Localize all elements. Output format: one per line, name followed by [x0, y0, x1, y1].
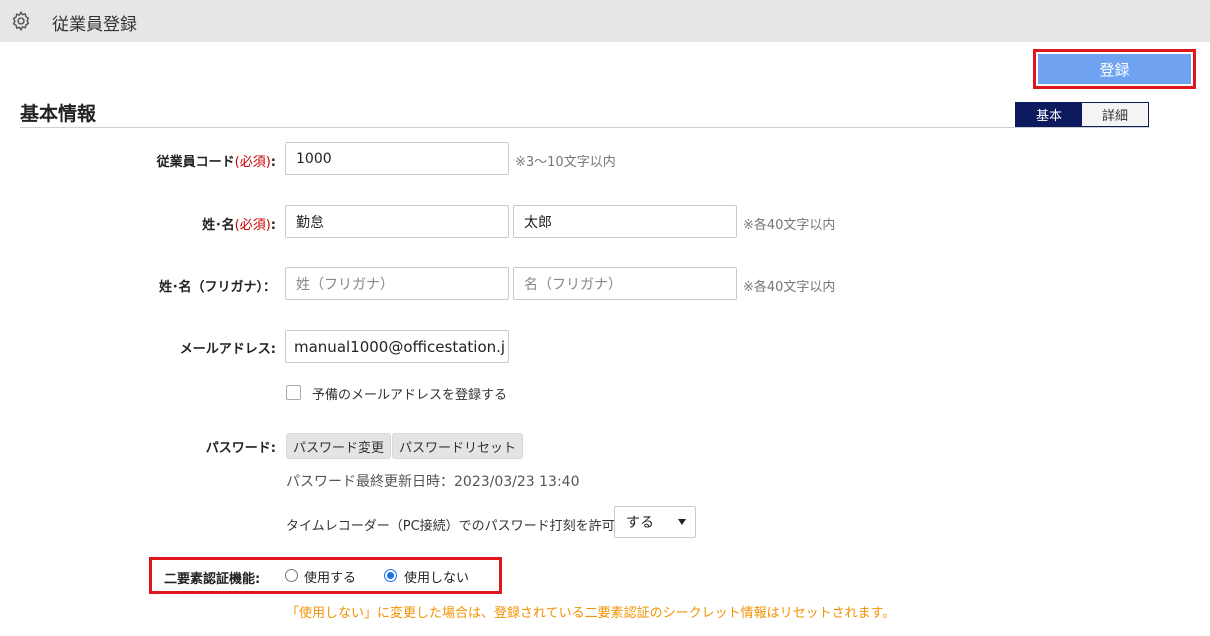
- register-button[interactable]: 登録: [1038, 54, 1191, 84]
- timerecorder-label: タイムレコーダー（PC接続）でのパスワード打刻を許可: [286, 519, 615, 534]
- first-name-kana-input[interactable]: 名（フリガナ）: [513, 267, 737, 300]
- backup-email-label: 予備のメールアドレスを登録する: [312, 388, 508, 403]
- password-last-updated: パスワード最終更新日時：2023/03/23 13:40: [286, 474, 580, 490]
- timerecorder-selected: する: [626, 515, 654, 531]
- last-name-kana-input[interactable]: 姓（フリガナ）: [285, 267, 509, 300]
- gear-icon: [12, 10, 30, 32]
- tab-detail[interactable]: 詳細: [1082, 103, 1148, 126]
- timerecorder-select[interactable]: する: [614, 506, 696, 538]
- name-hint: ※各40文字以内: [743, 218, 836, 233]
- password-label: パスワード:: [205, 441, 276, 456]
- password-reset-button[interactable]: パスワードリセット: [392, 433, 524, 459]
- backup-email-checkbox[interactable]: [286, 385, 301, 400]
- two-factor-use-label: 使用する: [304, 571, 357, 586]
- two-factor-warning: 「使用しない」に変更した場合は、登録されている二要素認証のシークレット情報はリセ…: [286, 606, 896, 621]
- chevron-down-icon: [678, 519, 686, 525]
- page-title: 従業員登録: [52, 15, 137, 35]
- two-factor-nouse-radio[interactable]: [384, 569, 397, 582]
- name-kana-hint: ※各40文字以内: [743, 280, 836, 295]
- employee-code-label: 従業員コード(必須):: [156, 155, 276, 170]
- section-title: 基本情報: [20, 103, 97, 125]
- last-name-input[interactable]: 勤怠: [285, 205, 509, 238]
- two-factor-nouse-label: 使用しない: [404, 571, 470, 586]
- tab-basic[interactable]: 基本: [1016, 103, 1082, 126]
- title-bar: 従業員登録: [0, 0, 1210, 42]
- two-factor-label: 二要素認証機能:: [164, 572, 261, 587]
- employee-code-hint: ※3～10文字以内: [515, 155, 616, 170]
- section-divider: [20, 127, 1150, 128]
- name-label: 姓･名(必須):: [202, 218, 276, 233]
- email-input[interactable]: manual1000@officestation.j: [285, 330, 509, 363]
- email-label: メールアドレス:: [179, 342, 276, 357]
- first-name-input[interactable]: 太郎: [513, 205, 737, 238]
- two-factor-use-radio[interactable]: [285, 569, 298, 582]
- name-kana-label: 姓･名（フリガナ）：: [158, 280, 276, 295]
- password-change-button[interactable]: パスワード変更: [286, 433, 392, 459]
- employee-code-input[interactable]: 1000: [285, 142, 509, 175]
- view-toggle: 基本 詳細: [1015, 102, 1149, 127]
